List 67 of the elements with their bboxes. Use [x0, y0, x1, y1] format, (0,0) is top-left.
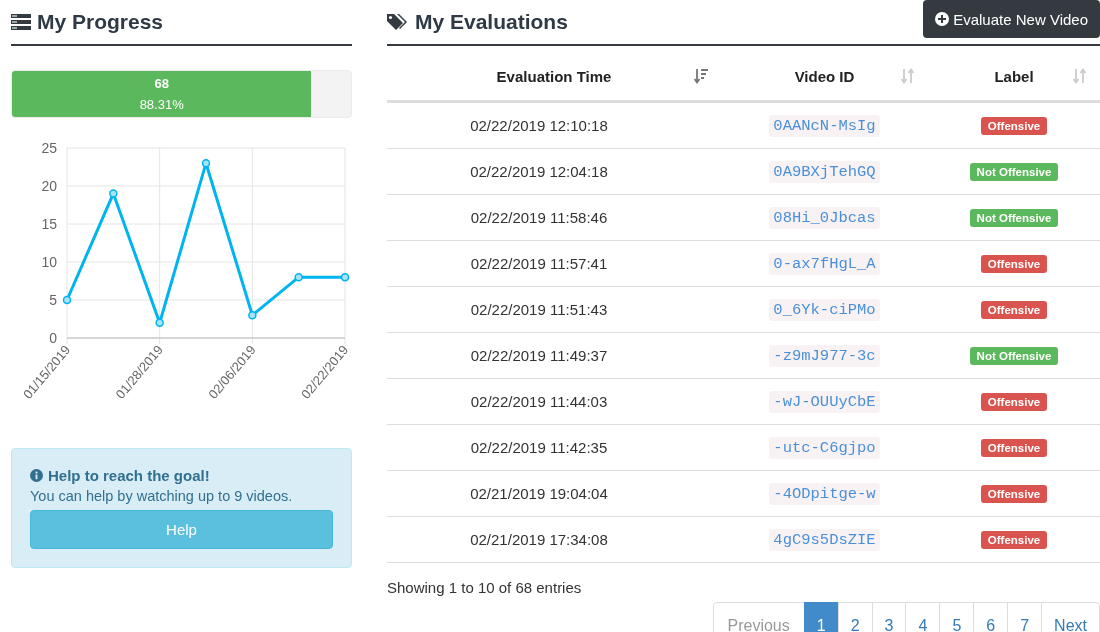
progress-percent: 88.31% [139, 97, 184, 112]
tags-icon [387, 13, 409, 31]
evaluation-time: 02/22/2019 11:49:37 [470, 347, 608, 364]
video-id: 0_6Yk-ciPMo [769, 299, 880, 321]
section-title: My Evaluations [415, 10, 568, 34]
evaluate-new-video-button[interactable]: Evaluate New Video [923, 0, 1100, 38]
label-badge: Offensive [980, 485, 1048, 503]
evaluation-time: 02/22/2019 11:57:41 [470, 255, 608, 272]
label-badge: Offensive [980, 393, 1048, 411]
info-title: Help to reach the goal! [48, 467, 210, 484]
axis-tick-label: 5 [49, 292, 57, 308]
list-icon [11, 14, 31, 30]
label-badge: Offensive [980, 531, 1048, 549]
video-id: -4ODpitge-w [769, 483, 880, 505]
page-button[interactable]: 1 [803, 602, 839, 632]
video-id: 0-ax7fHgL_A [769, 253, 880, 275]
data-point [340, 272, 350, 282]
info-icon [30, 469, 43, 482]
sort-icon[interactable] [694, 68, 708, 84]
video-id: 08Hi_0Jbcas [769, 207, 880, 229]
plus-circle-icon [935, 12, 950, 26]
video-id: -z9mJ977-3c [769, 345, 880, 367]
next-button[interactable]: Next [1041, 602, 1100, 632]
video-id: 0A9BXjTehGQ [769, 161, 880, 183]
page-button[interactable]: 6 [973, 602, 1009, 632]
info-text: You can help by watching up to 9 videos. [30, 488, 294, 504]
data-point [248, 310, 257, 320]
page-button[interactable]: 2 [837, 602, 873, 632]
axis-tick-label: 20 [41, 178, 57, 194]
label-badge: Offensive [980, 255, 1048, 273]
video-id: 4gC9s5DsZIE [769, 529, 880, 551]
evaluation-time: 02/21/2019 19:04:04 [470, 485, 608, 502]
progress-count: 68 [154, 76, 169, 91]
page-button[interactable]: 4 [905, 602, 941, 632]
evaluation-time: 02/22/2019 11:44:03 [470, 393, 608, 410]
section-title: My Progress [37, 10, 164, 34]
evaluation-time: 02/22/2019 11:51:43 [470, 301, 608, 318]
label-badge: Not Offensive [969, 209, 1059, 227]
evaluation-time: 02/22/2019 11:58:46 [470, 209, 608, 226]
entries-summary: Showing 1 to 10 of 68 entries [387, 579, 583, 596]
label-badge: Offensive [980, 439, 1048, 457]
axis-tick-label: 10 [41, 254, 57, 270]
video-id: -wJ-OUUyCbE [769, 391, 880, 413]
data-point [155, 318, 164, 328]
label-badge: Not Offensive [969, 163, 1059, 181]
axis-tick-label: 25 [41, 140, 57, 156]
evaluation-time: 02/21/2019 17:34:08 [470, 531, 608, 548]
column-header[interactable]: Video ID [794, 67, 855, 85]
axis-tick-label: 0 [49, 330, 57, 346]
page-button[interactable]: 7 [1007, 602, 1043, 632]
data-point [294, 272, 303, 282]
video-id: 0AANcN-MsIg [769, 115, 880, 137]
column-header[interactable]: Label [994, 67, 1034, 85]
previous-button[interactable]: Previous [712, 602, 805, 632]
page-button[interactable]: 5 [939, 602, 975, 632]
evaluation-time: 02/22/2019 12:10:18 [470, 117, 608, 134]
data-point [109, 189, 118, 198]
data-point [62, 295, 72, 305]
column-header[interactable]: Evaluation Time [496, 67, 612, 85]
video-id: -utc-C6gjpo [769, 437, 880, 459]
evaluation-time: 02/22/2019 12:04:18 [470, 163, 608, 180]
axis-tick-label: 15 [41, 216, 57, 232]
label-badge: Offensive [980, 301, 1048, 319]
evaluation-time: 02/22/2019 11:42:35 [470, 439, 608, 456]
label-badge: Not Offensive [969, 347, 1059, 365]
label-badge: Offensive [980, 117, 1048, 135]
data-point [201, 158, 211, 168]
